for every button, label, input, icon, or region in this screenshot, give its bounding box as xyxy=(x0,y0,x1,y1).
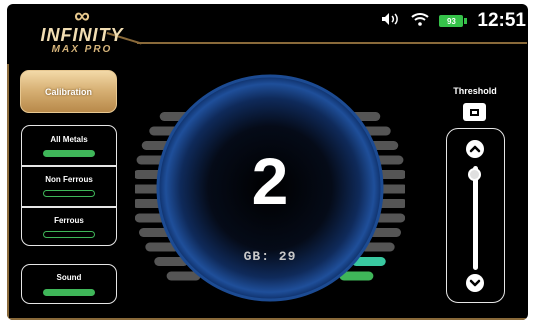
infinity-icon: ∞ xyxy=(74,3,90,28)
mode-indicator xyxy=(43,231,95,238)
mode-selector: All Metals Non Ferrous Ferrous xyxy=(21,125,117,246)
speaker-icon xyxy=(381,12,401,31)
brand-subtitle: MAX PRO xyxy=(51,44,113,55)
battery-icon: 93 xyxy=(439,15,468,27)
battery-level: 93 xyxy=(439,15,464,27)
target-id-value: 2 xyxy=(251,144,289,218)
threshold-value-box: 0 xyxy=(463,103,486,121)
wifi-icon xyxy=(411,12,430,31)
threshold-slider-panel xyxy=(446,128,505,303)
threshold-down-button[interactable] xyxy=(466,274,484,292)
threshold-slider-thumb[interactable] xyxy=(468,168,481,182)
mode-indicator xyxy=(43,190,95,197)
chevron-down-icon xyxy=(469,279,481,287)
mode-all-metals[interactable]: All Metals xyxy=(22,126,116,166)
threshold-track[interactable] xyxy=(473,166,478,270)
status-bar: 93 12:51 xyxy=(381,10,526,32)
threshold-label: Threshold xyxy=(453,86,497,96)
brand-name: INFINITY xyxy=(40,25,124,45)
threshold-value: 0 xyxy=(470,108,479,116)
brand-logo: ∞ INFINITY MAX PRO xyxy=(22,3,142,58)
threshold-up-button[interactable] xyxy=(466,140,484,158)
mode-label: All Metals xyxy=(50,135,88,144)
mode-ferrous[interactable]: Ferrous xyxy=(22,207,116,247)
mode-label: Non Ferrous xyxy=(45,175,93,184)
mode-indicator xyxy=(43,150,95,157)
clock-time: 12:51 xyxy=(477,10,526,31)
chevron-up-icon xyxy=(469,145,481,153)
calibration-button-label: Calibration xyxy=(44,86,92,97)
frame-line-top xyxy=(137,42,527,44)
mode-label: Ferrous xyxy=(54,216,84,225)
frame-line-bottom xyxy=(7,318,528,320)
ground-balance-readout: GB: 29 xyxy=(243,249,297,264)
sound-indicator xyxy=(43,288,95,296)
frame-line-left xyxy=(7,64,9,319)
mode-non-ferrous[interactable]: Non Ferrous xyxy=(22,166,116,206)
sound-label: Sound xyxy=(56,272,82,282)
sound-button[interactable]: Sound xyxy=(21,264,117,304)
calibration-button[interactable]: Calibration xyxy=(20,70,117,113)
